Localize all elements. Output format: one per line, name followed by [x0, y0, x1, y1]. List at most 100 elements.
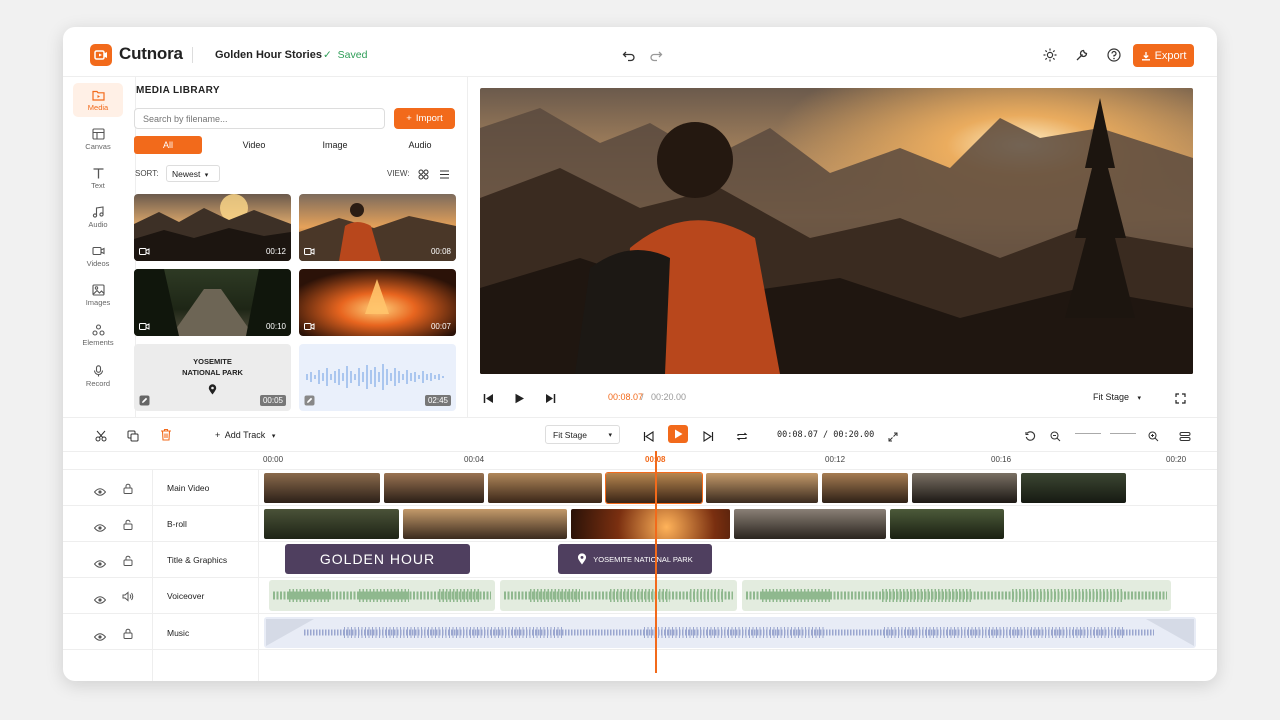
- grid-view-button[interactable]: [418, 167, 429, 185]
- timeline-fit-select[interactable]: Fit Stage ▾: [545, 425, 620, 444]
- redo-icon: [650, 51, 663, 62]
- duration-label: 00:12: [265, 247, 286, 256]
- list-view-button[interactable]: [439, 167, 450, 185]
- video-clip-selected[interactable]: [605, 472, 703, 504]
- track-lock-toggle[interactable]: [123, 553, 133, 571]
- zoom-slider-left[interactable]: [1075, 433, 1101, 434]
- sidebar-item-record[interactable]: Record: [73, 359, 123, 393]
- reset-zoom-button[interactable]: [1025, 429, 1036, 447]
- video-clip[interactable]: [384, 473, 484, 503]
- video-clip[interactable]: [706, 473, 818, 503]
- filter-tab-audio[interactable]: Audio: [386, 136, 454, 154]
- video-icon: [139, 248, 150, 255]
- track-visibility-toggle[interactable]: [93, 519, 107, 537]
- voiceover-clip[interactable]: [269, 580, 495, 611]
- undo-button[interactable]: [618, 44, 640, 66]
- delete-button[interactable]: [160, 428, 172, 446]
- mic-icon: [93, 364, 103, 376]
- title-clip[interactable]: GOLDEN HOUR: [285, 544, 470, 574]
- track-lock-toggle[interactable]: [123, 481, 133, 499]
- fullscreen-button[interactable]: [1175, 391, 1186, 409]
- eye-icon: [93, 524, 107, 532]
- zoom-slider-right[interactable]: [1110, 433, 1136, 434]
- elements-icon: [91, 323, 105, 336]
- split-button[interactable]: [95, 429, 107, 447]
- grid-icon: [418, 169, 429, 180]
- sidebar-item-images[interactable]: Images: [73, 278, 123, 312]
- music-icon: [92, 205, 104, 218]
- media-item-title[interactable]: YOSEMITE NATIONAL PARK 00:05: [134, 344, 291, 411]
- playhead[interactable]: [655, 451, 657, 673]
- ruler-tick: 00:20: [1166, 455, 1187, 464]
- sidebar-item-label: Text: [91, 180, 105, 190]
- sidebar-item-videos[interactable]: Videos: [73, 239, 123, 273]
- track-visibility-toggle[interactable]: [93, 591, 107, 609]
- video-clip[interactable]: [264, 473, 380, 503]
- track-mute-toggle[interactable]: [122, 589, 134, 607]
- video-clip[interactable]: [1021, 473, 1126, 503]
- timeline-skip-back-button[interactable]: [643, 429, 654, 447]
- voiceover-clip[interactable]: [742, 580, 1171, 611]
- broll-clip[interactable]: [890, 509, 1004, 539]
- track-lock-toggle[interactable]: [123, 626, 133, 644]
- expand-button[interactable]: [888, 429, 898, 447]
- sidebar-item-elements[interactable]: Elements: [73, 318, 123, 352]
- timeline-skip-forward-button[interactable]: [703, 429, 714, 447]
- video-icon: [304, 323, 315, 330]
- sidebar-item-canvas[interactable]: Canvas: [73, 122, 123, 156]
- zoom-out-button[interactable]: [1050, 429, 1061, 447]
- skip-forward-button[interactable]: [545, 391, 556, 409]
- project-title[interactable]: Golden Hour Stories: [215, 49, 322, 61]
- sort-select[interactable]: Newest ▾: [166, 165, 220, 182]
- video-clip[interactable]: [912, 473, 1017, 503]
- broll-clip[interactable]: [264, 509, 399, 539]
- track-visibility-toggle[interactable]: [93, 555, 107, 573]
- play-icon: [515, 393, 524, 404]
- voiceover-clip[interactable]: [500, 580, 737, 611]
- media-item-audio[interactable]: 02:45: [299, 344, 456, 411]
- zoom-in-button[interactable]: [1148, 429, 1159, 447]
- duration-label: 00:08: [430, 247, 451, 256]
- filter-tab-image[interactable]: Image: [301, 136, 369, 154]
- preview-fit-select[interactable]: Fit Stage ▾: [1093, 392, 1141, 402]
- add-track-button[interactable]: + Add Track ▾: [215, 430, 275, 440]
- duration-label: 02:45: [424, 395, 451, 406]
- title-clip[interactable]: YOSEMITE NATIONAL PARK: [558, 544, 712, 574]
- sidebar-item-media[interactable]: Media: [73, 83, 123, 117]
- timeline-play-button[interactable]: [668, 425, 688, 443]
- media-search-input[interactable]: [134, 108, 385, 129]
- sidebar-item-audio[interactable]: Audio: [73, 200, 123, 234]
- video-clip[interactable]: [488, 473, 602, 503]
- video-clip[interactable]: [822, 473, 908, 503]
- media-item-video[interactable]: 00:12: [134, 194, 291, 261]
- broll-clip[interactable]: [734, 509, 886, 539]
- sidebar-item-label: Images: [85, 297, 111, 307]
- video-preview[interactable]: [480, 88, 1193, 374]
- play-button[interactable]: [514, 391, 525, 409]
- media-item-video[interactable]: 00:10: [134, 269, 291, 336]
- help-button[interactable]: [1103, 44, 1125, 66]
- duplicate-button[interactable]: [127, 429, 139, 447]
- track-visibility-toggle[interactable]: [93, 628, 107, 646]
- import-button[interactable]: + Import: [394, 108, 455, 129]
- media-item-video[interactable]: 00:08: [299, 194, 456, 261]
- track-lock-toggle[interactable]: [123, 517, 133, 535]
- filter-tab-all[interactable]: All: [134, 136, 202, 154]
- broll-clip[interactable]: [571, 509, 730, 539]
- broll-clip[interactable]: [403, 509, 567, 539]
- timeline-settings-button[interactable]: [1179, 429, 1191, 447]
- music-clip[interactable]: [264, 617, 1196, 648]
- redo-button[interactable]: [645, 44, 667, 66]
- waveform: [266, 619, 1194, 646]
- theme-toggle-button[interactable]: [1039, 44, 1061, 66]
- track-visibility-toggle[interactable]: [93, 483, 107, 501]
- export-button[interactable]: Export: [1133, 44, 1194, 67]
- sidebar-item-text[interactable]: Text: [73, 161, 123, 195]
- skip-back-button[interactable]: [483, 391, 494, 409]
- loop-button[interactable]: [736, 429, 748, 447]
- list-icon: [440, 170, 449, 179]
- filter-tab-video[interactable]: Video: [220, 136, 288, 154]
- settings-button[interactable]: [1071, 44, 1093, 66]
- skip-forward-icon: [546, 394, 556, 403]
- media-item-video[interactable]: 00:07: [299, 269, 456, 336]
